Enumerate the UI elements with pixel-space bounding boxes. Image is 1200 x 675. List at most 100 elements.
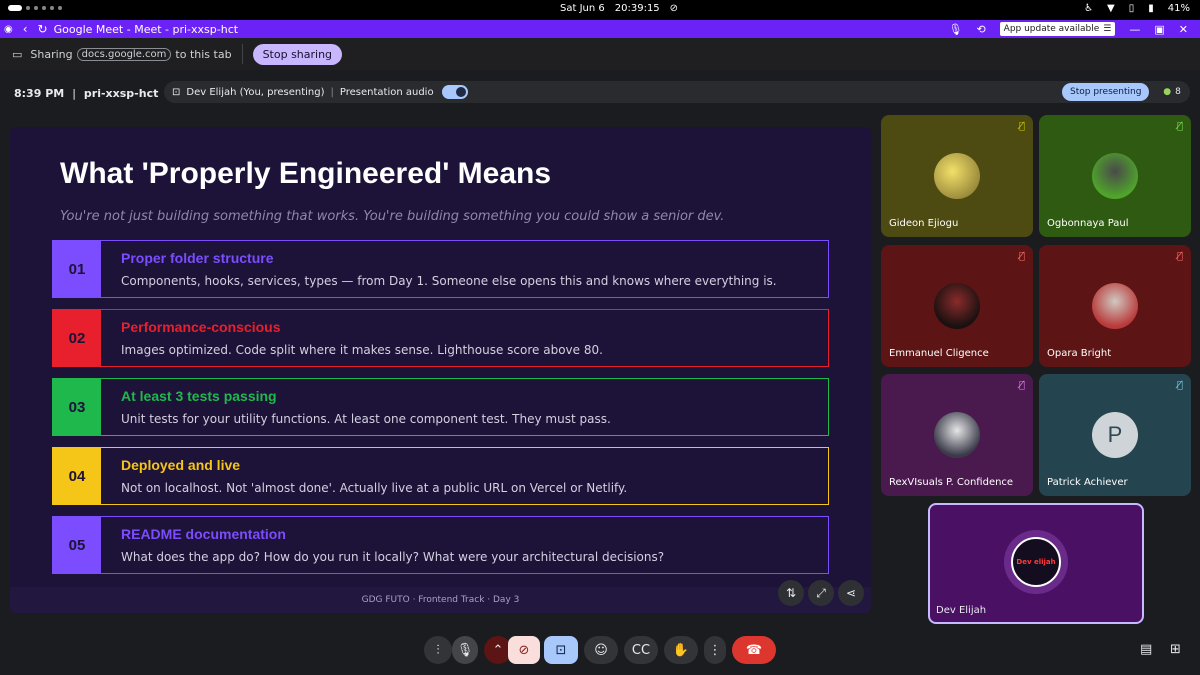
- divider: [241, 44, 243, 64]
- wifi-icon: ▼: [1107, 3, 1115, 14]
- raise-hand-button[interactable]: ✋: [664, 636, 698, 664]
- item-desc: Not on localhost. Not 'almost done'. Act…: [121, 481, 628, 495]
- dot: [58, 6, 62, 10]
- system-status-bar: Sat Jun 6 20:39:15 ⊘ ♿ ▼ ▯ ▮ 41%: [0, 0, 1200, 20]
- participant-tile[interactable]: 🎙̸ Ogbonnaya Paul: [1039, 115, 1191, 237]
- participant-name: RexVIsuals P. Confidence: [889, 477, 1014, 488]
- dot: [42, 6, 46, 10]
- participant-name: Gideon Ejiogu: [889, 218, 959, 229]
- vibrate-icon: ▯: [1128, 3, 1135, 14]
- battery-icon: ▮: [1148, 3, 1154, 14]
- avatar: [1092, 153, 1138, 199]
- slide-item: 01 Proper folder structure Components, ho…: [52, 240, 829, 298]
- present-button[interactable]: ⊡: [544, 636, 578, 664]
- accessibility-icon: ♿: [1084, 3, 1094, 14]
- presentation-audio-label: Presentation audio: [339, 86, 434, 98]
- participant-count: 8: [1175, 87, 1181, 97]
- dot: [26, 6, 30, 10]
- presenting-bar: ⊡ Dev Elijah (You, presenting) | Present…: [164, 81, 1190, 103]
- item-title: Proper folder structure: [121, 250, 274, 266]
- more-options-button[interactable]: ⋮: [704, 636, 726, 664]
- muted-mic-icon: 🎙̸: [1018, 251, 1025, 262]
- meeting-code: pri-xxsp-hct: [83, 86, 159, 100]
- item-title: Deployed and live: [121, 457, 241, 473]
- slide-item: 05 README documentation What does the app…: [52, 516, 829, 574]
- avatar-initial: P: [1092, 412, 1138, 458]
- menu-icon: ☰: [1103, 24, 1112, 34]
- chat-icon[interactable]: ▤: [1140, 642, 1152, 657]
- self-name: Dev Elijah: [936, 605, 987, 616]
- minimize-icon[interactable]: —: [1129, 23, 1140, 36]
- presentation-audio-toggle[interactable]: [441, 85, 468, 99]
- item-title: Performance-conscious: [121, 319, 281, 335]
- dot: [50, 6, 54, 10]
- participant-tile[interactable]: 🎙̸ Opara Bright: [1039, 245, 1191, 367]
- reload-icon[interactable]: ↻: [38, 22, 48, 36]
- item-number: 03: [53, 379, 101, 435]
- participant-tile[interactable]: 🎙̸ Gideon Ejiogu: [881, 115, 1033, 237]
- self-avatar-ring: Dev elijah: [1004, 530, 1068, 594]
- divider: |: [330, 86, 334, 98]
- status-date: Sat Jun 6: [560, 3, 605, 14]
- avatar: [1092, 283, 1138, 329]
- participants-chip[interactable]: ● 8: [1154, 81, 1190, 103]
- share-screen-icon: ▭: [12, 47, 23, 61]
- swap-icon[interactable]: ⇅: [778, 580, 804, 606]
- participant-name: Emmanuel Cligence: [889, 348, 989, 359]
- leave-call-button[interactable]: ☎: [732, 636, 776, 664]
- participant-name: Opara Bright: [1047, 348, 1112, 359]
- slide-footer: GDG FUTO · Frontend Track · Day 3: [10, 587, 871, 613]
- divider: |: [72, 86, 76, 100]
- close-icon[interactable]: ✕: [1179, 23, 1188, 36]
- status-clock: Sat Jun 6 20:39:15 ⊘: [560, 3, 678, 14]
- avatar: [934, 283, 980, 329]
- chrome-icon: ◉: [4, 23, 13, 35]
- active-app-pill: [8, 5, 22, 11]
- presentation-slide: What 'Properly Engineered' Means You're …: [10, 127, 871, 613]
- audio-level-icon[interactable]: ⫶: [424, 636, 452, 664]
- fullscreen-icon[interactable]: ⤢: [808, 580, 834, 606]
- share-icon[interactable]: ⋖: [838, 580, 864, 606]
- shared-domain: docs.google.com: [76, 47, 172, 61]
- participant-name: Ogbonnaya Paul: [1047, 218, 1129, 229]
- participant-tile[interactable]: 🎙̸ RexVIsuals P. Confidence: [881, 374, 1033, 496]
- app-update-chip[interactable]: App update available ☰: [999, 22, 1116, 36]
- muted-mic-icon: 🎙̸: [1176, 380, 1183, 391]
- slide-title: What 'Properly Engineered' Means: [60, 157, 552, 190]
- battery-percent: 41%: [1167, 3, 1190, 14]
- camera-off-button[interactable]: ⊘: [508, 636, 540, 664]
- avatar: [934, 153, 980, 199]
- item-number: 04: [53, 448, 101, 504]
- item-desc: Unit tests for your utility functions. A…: [121, 412, 611, 426]
- slide-item: 03 At least 3 tests passing Unit tests fo…: [52, 378, 829, 436]
- microphone-button[interactable]: 🎙: [452, 636, 478, 664]
- restore-icon[interactable]: ▣: [1154, 23, 1164, 36]
- item-title: At least 3 tests passing: [121, 388, 277, 404]
- participant-tile[interactable]: 🎙̸ P Patrick Achiever: [1039, 374, 1191, 496]
- stop-presenting-button[interactable]: Stop presenting: [1062, 83, 1150, 101]
- present-icon: ⊡: [172, 86, 181, 98]
- item-title: README documentation: [121, 526, 286, 542]
- stop-sharing-button[interactable]: Stop sharing: [252, 43, 343, 65]
- status-system-icons: ♿ ▼ ▯ ▮ 41%: [1084, 3, 1190, 14]
- sharing-suffix: to this tab: [175, 47, 232, 61]
- slide-subtitle: You're not just building something that …: [60, 209, 725, 224]
- captions-button[interactable]: CC: [624, 636, 658, 664]
- back-icon[interactable]: ‹: [23, 22, 28, 36]
- reactions-button[interactable]: ☺: [584, 636, 618, 664]
- participant-tile[interactable]: 🎙̸ Emmanuel Cligence: [881, 245, 1033, 367]
- activities-icon[interactable]: ⊞: [1170, 642, 1181, 657]
- dnd-icon: ⊘: [669, 3, 679, 14]
- extensions-icon[interactable]: ⟲: [976, 23, 985, 36]
- item-desc: What does the app do? How do you run it …: [121, 550, 665, 564]
- slide-item: 04 Deployed and live Not on localhost. No…: [52, 447, 829, 505]
- self-logo: Dev elijah: [1011, 537, 1061, 587]
- presenter-label: Dev Elijah (You, presenting): [186, 86, 325, 98]
- slide-item: 02 Performance-conscious Images optimized…: [52, 309, 829, 367]
- status-indicators: [8, 5, 62, 11]
- self-tile[interactable]: Dev elijah Dev Elijah: [928, 503, 1144, 624]
- mic-indicator-icon: 🎙: [948, 22, 963, 36]
- muted-mic-icon: 🎙̸: [1018, 380, 1025, 391]
- sharing-bar: ▭ Sharing docs.google.com to this tab St…: [0, 38, 1200, 70]
- meeting-time: 8:39 PM: [14, 86, 65, 100]
